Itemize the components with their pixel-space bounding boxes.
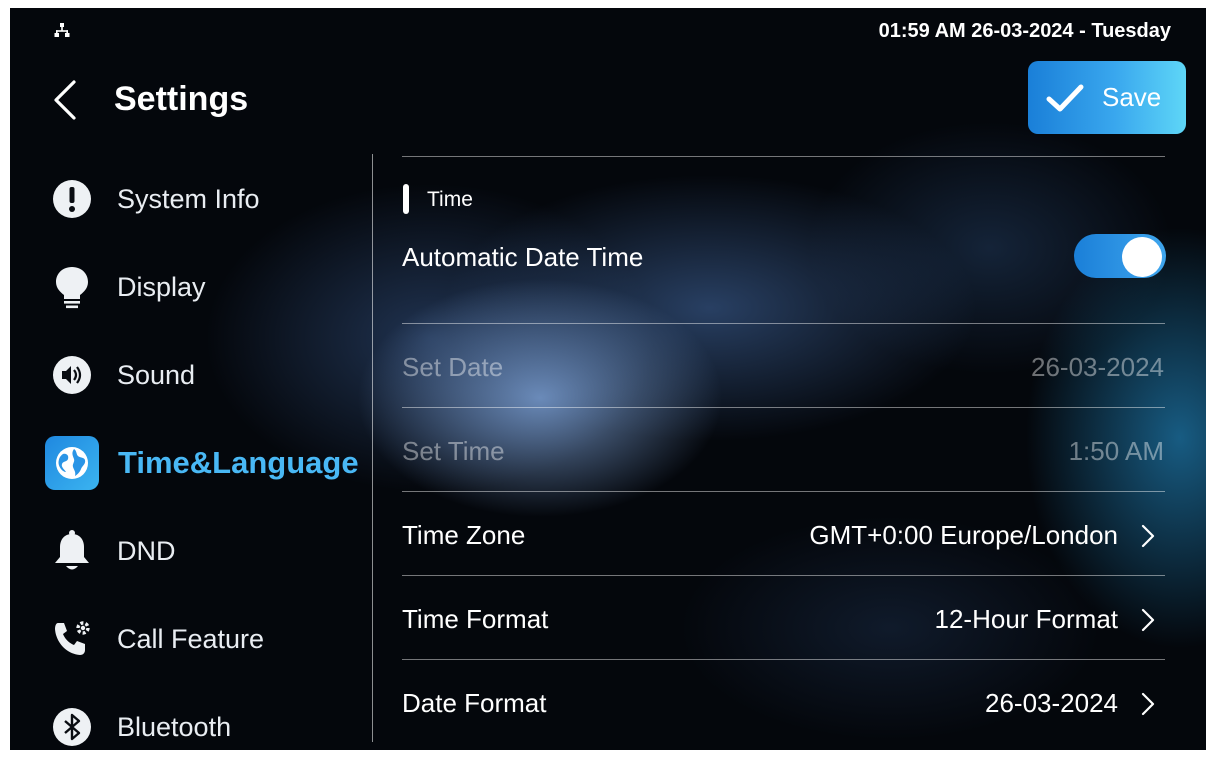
section-title: Time (427, 188, 473, 211)
sidebar-icon-slot (44, 699, 100, 750)
chevron-right-icon[interactable] (1140, 523, 1156, 549)
network-icon (54, 23, 70, 37)
chevron-right-icon[interactable] (1140, 607, 1156, 633)
back-button[interactable] (50, 78, 80, 122)
sidebar-item-label: Sound (117, 359, 196, 390)
automatic-date-time-label: Automatic Date Time (402, 242, 644, 272)
time-zone-label: Time Zone (402, 520, 526, 550)
sidebar-item-label: Bluetooth (117, 711, 232, 742)
set-time-value: 1:50 AM (1068, 436, 1164, 466)
set-date-value: 26-03-2024 (1031, 352, 1164, 382)
speaker-icon (53, 356, 91, 394)
sidebar-icon-slot (44, 347, 100, 403)
date-format-value: 26-03-2024 (985, 688, 1118, 718)
chevron-right-icon[interactable] (1140, 691, 1156, 717)
settings-panel: 01:59 AM 26-03-2024 - Tuesday Settings S… (10, 8, 1206, 750)
sidebar-icon-slot (44, 171, 100, 227)
sidebar-item-label: Time&Language (118, 445, 359, 480)
bell-icon (55, 530, 89, 570)
sidebar-item-display[interactable]: Display (44, 259, 372, 315)
sidebar-item-bluetooth[interactable]: Bluetooth (44, 699, 372, 750)
device-screen: 01:59 AM 26-03-2024 - Tuesday Settings S… (0, 0, 1216, 758)
sidebar-item-label: Call Feature (117, 623, 265, 654)
set-time-row[interactable] (402, 408, 1165, 490)
bluetooth-icon (53, 708, 91, 746)
sidebar-item-dnd[interactable]: DND (44, 523, 372, 579)
section-marker (403, 184, 409, 214)
sidebar-icon-slot (44, 435, 100, 491)
time-format-value: 12-Hour Format (934, 604, 1119, 634)
sidebar-item-label: DND (117, 535, 176, 566)
toggle-knob (1122, 237, 1162, 277)
time-format-label: Time Format (402, 604, 549, 634)
set-date-label: Set Date (402, 352, 504, 382)
info-exclamation-icon (53, 180, 91, 218)
lightbulb-icon (56, 267, 88, 309)
phone-gear-icon (55, 621, 90, 655)
divider (402, 156, 1165, 157)
sidebar-item-label: Display (117, 271, 206, 302)
status-clock: 01:59 AM 26-03-2024 - Tuesday (878, 20, 1171, 42)
active-tile (45, 436, 99, 490)
sidebar-item-call-feature[interactable]: Call Feature (44, 611, 372, 667)
globe-icon (56, 447, 88, 479)
checkmark-icon (1046, 84, 1084, 111)
page-title: Settings (114, 80, 249, 118)
time-zone-value: GMT+0:00 Europe/London (809, 520, 1118, 550)
sidebar-item-label: System Info (117, 183, 260, 214)
set-time-label: Set Time (402, 436, 505, 466)
sidebar-icon-slot (44, 523, 100, 579)
save-label: Save (1102, 82, 1162, 112)
sidebar-item-sound[interactable]: Sound (44, 347, 372, 403)
sidebar-item-system-info[interactable]: System Info (44, 171, 372, 227)
automatic-date-time-toggle[interactable] (1074, 234, 1166, 278)
sidebar-icon-slot (44, 259, 100, 315)
sidebar-icon-slot (44, 611, 100, 667)
sidebar-divider (372, 154, 373, 742)
date-format-label: Date Format (402, 688, 547, 718)
save-button[interactable]: Save (1028, 61, 1186, 134)
sidebar-item-time-language[interactable]: Time&Language (44, 435, 372, 491)
